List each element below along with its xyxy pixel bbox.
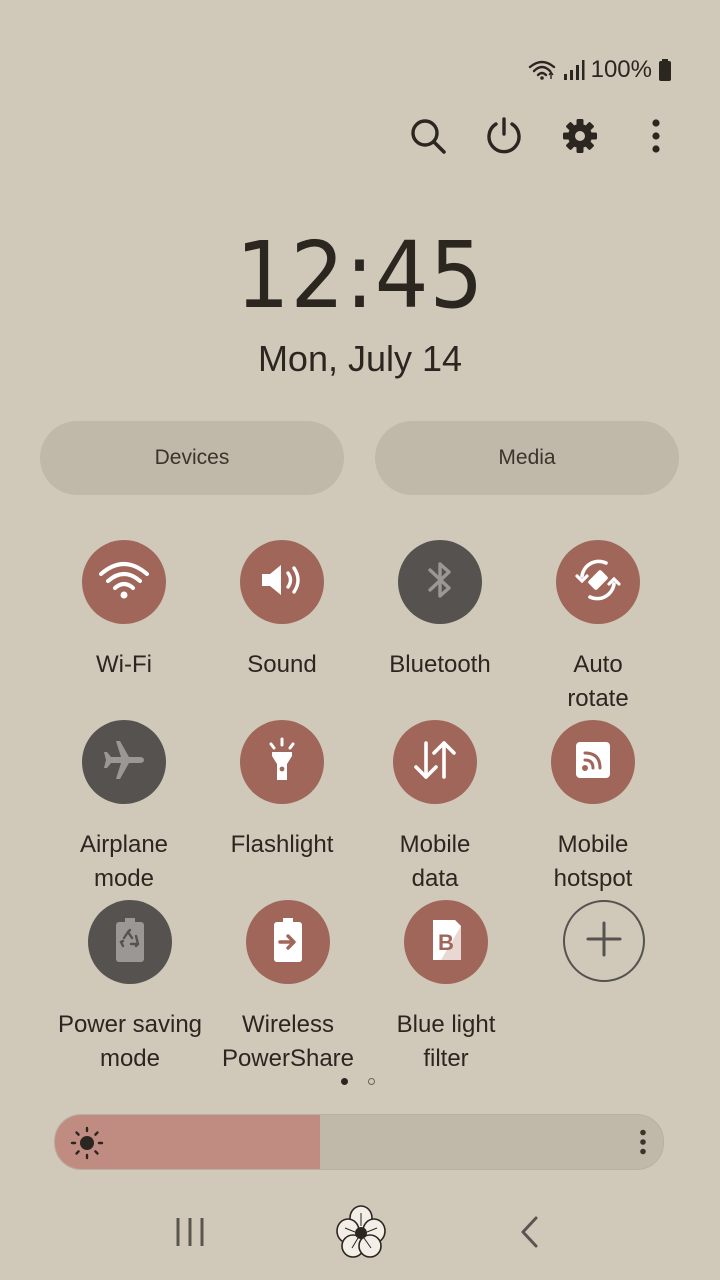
media-button[interactable]: Media (375, 421, 679, 495)
recent-apps-icon[interactable] (160, 1200, 220, 1264)
wifi-icon (97, 558, 151, 607)
svg-text:B: B (438, 930, 454, 955)
page-dot-active (341, 1078, 348, 1085)
tile-mobile-data[interactable]: Mobile data (350, 720, 520, 896)
tile-label: Auto rotate (567, 651, 629, 712)
status-bar: 100% (527, 56, 672, 84)
airplane-mode-toggle[interactable] (82, 720, 166, 804)
power-saving-icon (110, 916, 150, 969)
tile-label: Airplane mode (79, 831, 169, 892)
brightness-more-icon[interactable] (639, 1129, 647, 1160)
hotspot-icon (571, 738, 615, 787)
blue-light-filter-icon: B (425, 916, 467, 969)
page-dot-inactive (368, 1078, 375, 1085)
sound-toggle[interactable] (240, 540, 324, 624)
power-icon[interactable] (484, 112, 524, 160)
power-saving-toggle[interactable] (88, 900, 172, 984)
tile-mobile-hotspot[interactable]: Mobile hotspot (508, 720, 678, 896)
tile-label: Flashlight (230, 831, 334, 858)
brightness-slider[interactable] (54, 1114, 664, 1170)
brightness-sun-icon (69, 1126, 105, 1165)
clock-time[interactable]: 12:45 (29, 222, 691, 329)
tile-power-saving[interactable]: Power saving mode (45, 900, 215, 1076)
tile-label: Wireless PowerShare (221, 1011, 355, 1072)
blue-light-filter-toggle[interactable]: B (404, 900, 488, 984)
tile-wireless-powershare[interactable]: Wireless PowerShare (203, 900, 373, 1076)
flashlight-icon (262, 736, 302, 789)
bluetooth-icon (422, 558, 458, 607)
mobile-data-toggle[interactable] (393, 720, 477, 804)
tile-label: Sound (247, 651, 317, 678)
auto-rotate-icon (572, 554, 624, 611)
tile-label: Bluetooth (389, 651, 491, 678)
tile-airplane-mode[interactable]: Airplane mode (39, 720, 209, 896)
mobile-data-icon (411, 737, 459, 788)
tile-label: Mobile hotspot (553, 831, 633, 892)
tile-wifi[interactable]: Wi-Fi (39, 540, 209, 682)
tile-blue-light-filter[interactable]: B Blue light filter (361, 900, 531, 1076)
tile-label: Mobile data (399, 831, 471, 892)
settings-gear-icon[interactable] (560, 112, 600, 160)
tile-auto-rotate[interactable]: Auto rotate (513, 540, 683, 716)
tile-sound[interactable]: Sound (197, 540, 367, 682)
wifi-toggle[interactable] (82, 540, 166, 624)
more-vertical-icon[interactable] (636, 112, 676, 160)
tile-flashlight[interactable]: Flashlight (197, 720, 367, 862)
battery-text: 100% (590, 56, 652, 83)
mobile-hotspot-toggle[interactable] (551, 720, 635, 804)
sound-icon (258, 560, 306, 605)
wireless-powershare-toggle[interactable] (246, 900, 330, 984)
navigation-bar (0, 1200, 720, 1264)
auto-rotate-toggle[interactable] (556, 540, 640, 624)
back-icon[interactable] (500, 1200, 560, 1264)
top-actions (408, 112, 676, 160)
tile-label: Wi-Fi (96, 651, 152, 678)
tile-add[interactable] (519, 900, 689, 982)
page-indicator (341, 1078, 375, 1085)
tile-label: Power saving mode (57, 1011, 203, 1072)
clock-date[interactable]: Mon, July 14 (0, 338, 720, 380)
bluetooth-toggle[interactable] (398, 540, 482, 624)
signal-icon (563, 59, 585, 81)
airplane-icon (100, 736, 148, 789)
tile-label: Blue light filter (396, 1011, 496, 1072)
flashlight-toggle[interactable] (240, 720, 324, 804)
add-icon (582, 917, 626, 966)
home-flower-icon[interactable] (331, 1200, 391, 1264)
wifi-icon (527, 58, 557, 82)
wireless-powershare-icon (268, 916, 308, 969)
devices-button[interactable]: Devices (40, 421, 344, 495)
tile-bluetooth[interactable]: Bluetooth (355, 540, 525, 682)
add-tile-button[interactable] (563, 900, 645, 982)
battery-icon (658, 58, 672, 82)
search-icon[interactable] (408, 112, 448, 160)
